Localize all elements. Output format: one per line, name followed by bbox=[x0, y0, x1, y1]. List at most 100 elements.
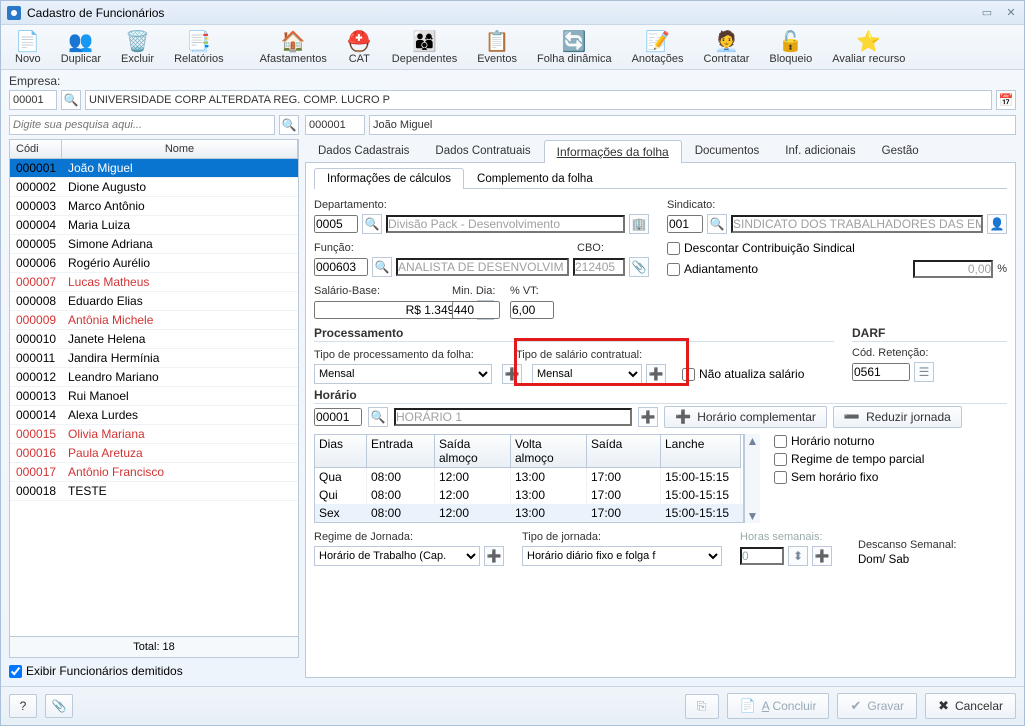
employee-row[interactable]: 000013Rui Manoel bbox=[10, 387, 298, 406]
employee-row[interactable]: 000008Eduardo Elias bbox=[10, 292, 298, 311]
sind-code[interactable] bbox=[667, 215, 703, 233]
chk-adiantamento[interactable]: Adiantamento bbox=[667, 262, 758, 276]
darf-input[interactable] bbox=[852, 363, 910, 381]
hor-name bbox=[394, 408, 632, 426]
employee-row[interactable]: 000018TESTE bbox=[10, 482, 298, 501]
tab-cadastrais[interactable]: Dados Cadastrais bbox=[305, 140, 422, 163]
hor-code[interactable] bbox=[314, 408, 362, 426]
sal-contr-label: Tipo de salário contratual: bbox=[516, 349, 642, 361]
schedule-row[interactable]: Qui08:0012:0013:0017:0015:00-15:15 bbox=[315, 486, 743, 504]
tab-folha[interactable]: Informações da folha bbox=[544, 140, 682, 163]
sind-label: Sindicato: bbox=[667, 199, 1007, 211]
ds-label: Descanso Semanal: bbox=[858, 539, 956, 551]
rej-add-icon[interactable]: ➕ bbox=[484, 546, 504, 566]
darf-lookup-icon[interactable]: ☰ bbox=[914, 362, 934, 382]
contratar-button[interactable]: 🧑‍💼Contratar bbox=[694, 27, 760, 67]
cat-button[interactable]: ⛑️CAT bbox=[337, 27, 382, 67]
duplicar-button[interactable]: 👥Duplicar bbox=[51, 27, 111, 67]
sal-contr-select[interactable]: Mensal bbox=[532, 364, 642, 384]
chk-tempo-parcial[interactable]: Regime de tempo parcial bbox=[774, 452, 924, 466]
reduzir-jornada-button[interactable]: ➖Reduzir jornada bbox=[833, 406, 962, 428]
tab-documentos[interactable]: Documentos bbox=[682, 140, 773, 163]
rej-select[interactable]: Horário de Trabalho (Cap. bbox=[314, 546, 480, 566]
empresa-search-icon[interactable]: 🔍 bbox=[61, 90, 81, 110]
vt-input[interactable] bbox=[510, 301, 554, 319]
help-button[interactable]: ? bbox=[9, 694, 37, 718]
employee-row[interactable]: 000006Rogério Aurélio bbox=[10, 254, 298, 273]
employee-grid[interactable]: 000001João Miguel000002Dione Augusto0000… bbox=[9, 159, 299, 637]
concluir-button[interactable]: 📄A A ConcluirConcluir bbox=[727, 693, 830, 719]
tjo-select[interactable]: Horário diário fixo e folga f bbox=[522, 546, 722, 566]
hor-complementar-button[interactable]: ➕Horário complementar bbox=[664, 406, 827, 428]
employee-row[interactable]: 000014Alexa Lurdes bbox=[10, 406, 298, 425]
dependentes-button[interactable]: 👨‍👩‍👦Dependentes bbox=[382, 27, 467, 67]
hor-search-icon[interactable]: 🔍 bbox=[368, 407, 388, 427]
chk-horario-noturno[interactable]: Horário noturno bbox=[774, 434, 924, 448]
avaliar-button[interactable]: ⭐Avaliar recurso bbox=[822, 27, 915, 67]
cbo-icon[interactable]: 📎 bbox=[629, 257, 649, 277]
subtab-calculos[interactable]: Informações de cálculos bbox=[314, 168, 464, 189]
employee-row[interactable]: 000004Maria Luiza bbox=[10, 216, 298, 235]
min-input[interactable] bbox=[452, 301, 500, 319]
gravar-button[interactable]: ✔Gravar bbox=[837, 693, 917, 719]
sal-input[interactable] bbox=[314, 301, 473, 319]
attach-button[interactable]: 📎 bbox=[45, 694, 73, 718]
close-button[interactable]: ✕ bbox=[1004, 6, 1018, 20]
proc-add-icon[interactable]: ➕ bbox=[502, 364, 522, 384]
calendar-icon[interactable]: 📅 bbox=[996, 90, 1016, 110]
proc-tipo-label: Tipo de processamento da folha: bbox=[314, 349, 474, 361]
empresa-name-input bbox=[85, 90, 992, 110]
empresa-code-input[interactable] bbox=[9, 90, 57, 110]
sind-icon[interactable]: 👤 bbox=[987, 214, 1007, 234]
chk-desc-sindical[interactable]: Descontar Contribuição Sindical bbox=[667, 241, 1007, 255]
employee-row[interactable]: 000010Janete Helena bbox=[10, 330, 298, 349]
schedule-row[interactable]: Qua08:0012:0013:0017:0015:00-15:15 bbox=[315, 468, 743, 486]
tab-gestao[interactable]: Gestão bbox=[869, 140, 932, 163]
func-name bbox=[396, 258, 569, 276]
employee-row[interactable]: 000009Antônia Michele bbox=[10, 311, 298, 330]
main-tabs: Dados Cadastrais Dados Contratuais Infor… bbox=[305, 139, 1016, 163]
afastamentos-button[interactable]: 🏠Afastamentos bbox=[250, 27, 337, 67]
sal-contr-add-icon[interactable]: ➕ bbox=[646, 364, 666, 384]
sched-scrollbar[interactable]: ▲▼ bbox=[744, 434, 760, 523]
tab-adicionais[interactable]: Inf. adicionais bbox=[772, 140, 868, 163]
selected-name bbox=[369, 115, 1016, 135]
folha-dinamica-button[interactable]: 🔄Folha dinâmica bbox=[527, 27, 622, 67]
sind-search-icon[interactable]: 🔍 bbox=[707, 214, 727, 234]
employee-row[interactable]: 000001João Miguel bbox=[10, 159, 298, 178]
eventos-button[interactable]: 📋Eventos bbox=[467, 27, 527, 67]
employee-row[interactable]: 000012Leandro Mariano bbox=[10, 368, 298, 387]
selected-code bbox=[305, 115, 365, 135]
prev-button[interactable]: ⎘ bbox=[685, 694, 719, 719]
employee-row[interactable]: 000007Lucas Matheus bbox=[10, 273, 298, 292]
search-input[interactable] bbox=[9, 115, 275, 135]
func-search-icon[interactable]: 🔍 bbox=[372, 257, 392, 277]
hor-refresh-icon[interactable]: ➕ bbox=[638, 407, 658, 427]
excluir-button[interactable]: 🗑️Excluir bbox=[111, 27, 164, 67]
chk-sem-horario-fixo[interactable]: Sem horário fixo bbox=[774, 470, 924, 484]
show-dismissed-checkbox[interactable]: Exibir Funcionários demitidos bbox=[9, 664, 299, 678]
employee-row[interactable]: 000003Marco Antônio bbox=[10, 197, 298, 216]
search-icon[interactable]: 🔍 bbox=[279, 115, 299, 135]
dept-link-icon[interactable]: 🏢 bbox=[629, 214, 649, 234]
anotacoes-button[interactable]: 📝Anotações bbox=[622, 27, 694, 67]
novo-button[interactable]: 📄Novo bbox=[5, 27, 51, 67]
proc-tipo-select[interactable]: Mensal bbox=[314, 364, 492, 384]
employee-row[interactable]: 000011Jandira Hermínia bbox=[10, 349, 298, 368]
cancelar-button[interactable]: ✖Cancelar bbox=[925, 693, 1016, 719]
relatorios-button[interactable]: 📑Relatórios bbox=[164, 27, 234, 67]
tab-contratuais[interactable]: Dados Contratuais bbox=[422, 140, 543, 163]
dept-search-icon[interactable]: 🔍 bbox=[362, 214, 382, 234]
chk-nao-atualiza[interactable]: Não atualiza salário bbox=[682, 367, 804, 381]
subtab-complemento[interactable]: Complemento da folha bbox=[464, 168, 606, 189]
employee-row[interactable]: 000005Simone Adriana bbox=[10, 235, 298, 254]
employee-row[interactable]: 000017Antônio Francisco bbox=[10, 463, 298, 482]
dept-code[interactable] bbox=[314, 215, 358, 233]
employee-row[interactable]: 000015Olivia Mariana bbox=[10, 425, 298, 444]
employee-row[interactable]: 000002Dione Augusto bbox=[10, 178, 298, 197]
schedule-row[interactable]: Sex08:0012:0013:0017:0015:00-15:15 bbox=[315, 504, 743, 522]
func-code[interactable] bbox=[314, 258, 368, 276]
minimize-button[interactable]: ▭ bbox=[980, 6, 994, 20]
bloqueio-button[interactable]: 🔓Bloqueio bbox=[759, 27, 822, 67]
employee-row[interactable]: 000016Paula Aretuza bbox=[10, 444, 298, 463]
